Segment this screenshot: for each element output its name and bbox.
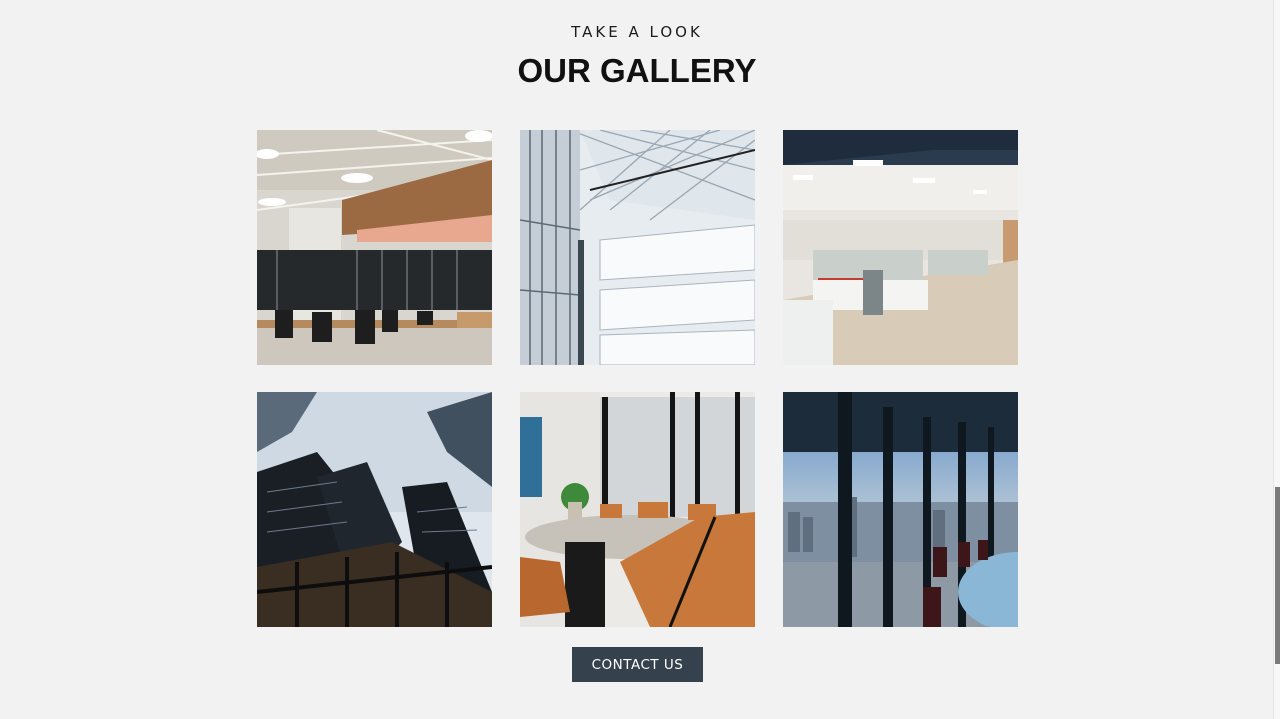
vertical-scrollbar[interactable] [1273, 0, 1280, 719]
contact-us-button[interactable]: CONTACT US [572, 647, 703, 682]
atrium-image [520, 130, 755, 365]
scrollbar-thumb[interactable] [1275, 487, 1280, 664]
gallery-image-atrium[interactable] [520, 130, 755, 365]
gallery-image-meeting-room[interactable] [520, 392, 755, 627]
gallery-image-city-view[interactable] [783, 392, 1018, 627]
skyscrapers-image [257, 392, 492, 627]
gallery-image-open-office[interactable] [257, 130, 492, 365]
cubicles-image [783, 130, 1018, 365]
city-view-image [783, 392, 1018, 627]
section-title: OUR GALLERY [517, 52, 757, 89]
meeting-room-image [520, 392, 755, 627]
gallery-grid [257, 130, 1018, 627]
gallery-image-skyscrapers[interactable] [257, 392, 492, 627]
open-office-image [257, 130, 492, 365]
gallery-image-cubicles[interactable] [783, 130, 1018, 365]
section-eyebrow: TAKE A LOOK [571, 23, 703, 41]
